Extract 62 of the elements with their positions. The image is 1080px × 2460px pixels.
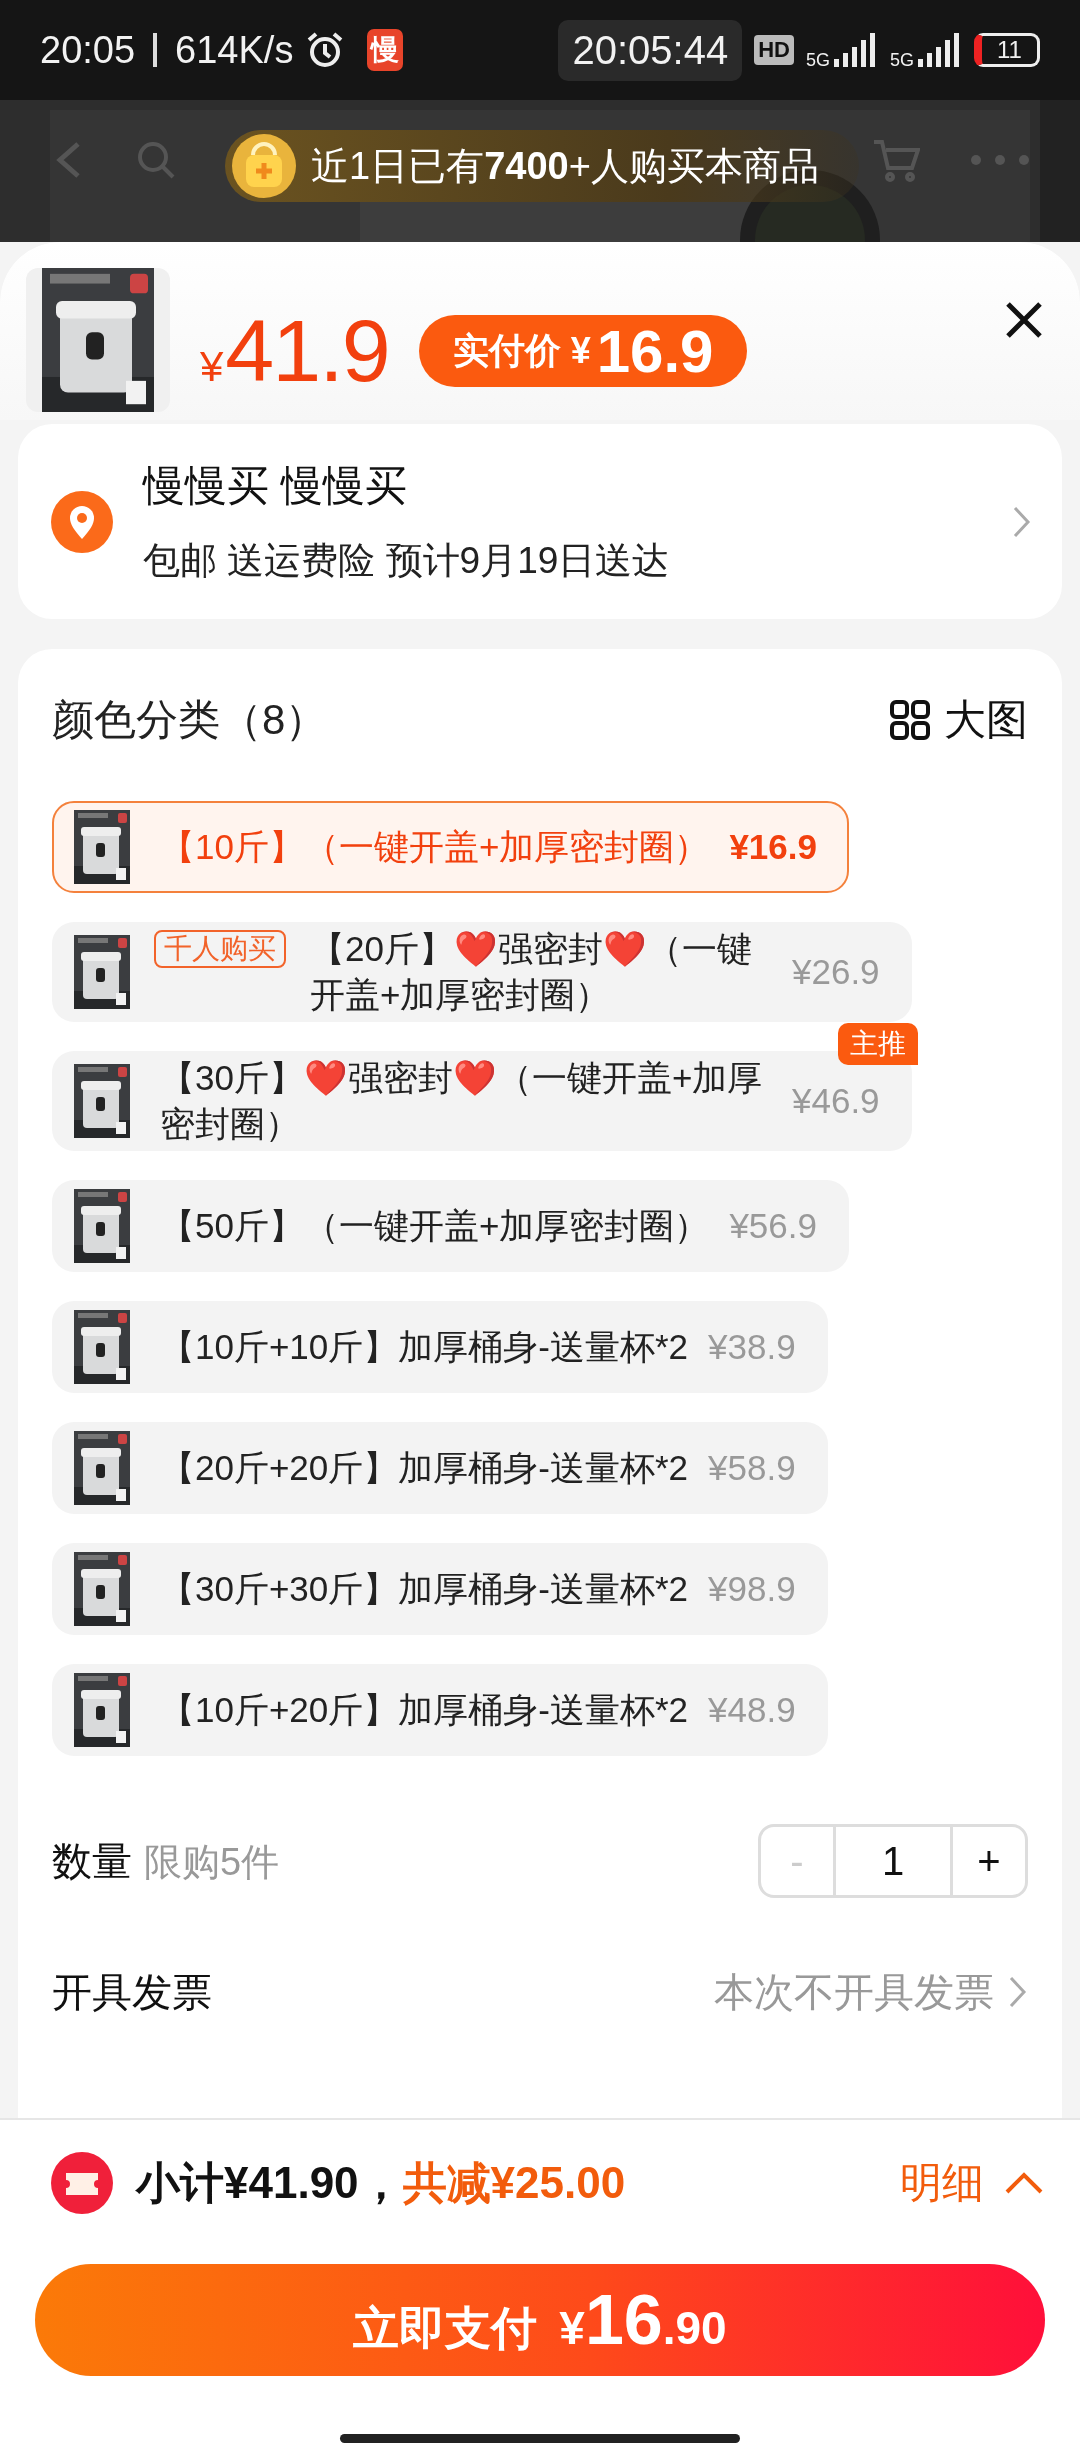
row-label: 开具发票	[52, 1968, 212, 2016]
tag: 千人购买	[154, 930, 286, 968]
option-row[interactable]: 【10斤+20斤】加厚桶身-送量杯*2 ¥48.9	[52, 1664, 828, 1756]
network-type: 5G	[805, 49, 830, 71]
option-price: ¥26.9	[792, 952, 880, 992]
signal-icon	[918, 33, 962, 67]
hd-badge: HD	[754, 35, 794, 65]
more-icon	[970, 154, 1030, 166]
network-type: 5G	[890, 49, 914, 71]
shopping-bag-icon	[231, 133, 297, 199]
subtotal-text: 小计¥41.90，	[136, 2156, 403, 2209]
quantity-field[interactable]: 1	[833, 1827, 953, 1895]
option-label: 【10斤】（一键开盖+加厚密封圈）	[160, 826, 710, 868]
option-label: 【10斤+10斤】加厚桶身-送量杯*2	[160, 1326, 689, 1368]
app-badge: 慢	[367, 29, 404, 71]
option-label: 【10斤+20斤】加厚桶身-送量杯*2	[160, 1689, 689, 1731]
option-price: ¥98.9	[708, 1569, 796, 1609]
option-label: 【30斤+30斤】加厚桶身-送量杯*2	[160, 1568, 689, 1610]
option-price: ¥48.9	[708, 1690, 796, 1730]
pay-price-badge: 实付价 ¥16.9	[418, 315, 748, 387]
recipient-name: 慢慢买 慢慢买	[143, 460, 408, 511]
discount-text: 共减¥25.00	[402, 2156, 626, 2209]
address-card[interactable]: 慢慢买 慢慢买 包邮 送运费险 预计9月19日送达	[18, 424, 1062, 619]
option-price: ¥56.9	[729, 1206, 817, 1246]
large-view-toggle[interactable]: 大图	[890, 692, 1028, 748]
delivery-info: 包邮 送运费险 预计9月19日送达	[143, 538, 671, 583]
option-price: ¥16.9	[729, 827, 817, 867]
clock-text: 20:05	[40, 28, 136, 72]
coupon-icon	[50, 2151, 114, 2215]
chevron-up-icon	[1004, 2171, 1044, 2195]
signal-icon	[834, 33, 878, 67]
option-row[interactable]: 【20斤+20斤】加厚桶身-送量杯*2 ¥58.9	[52, 1422, 828, 1514]
option-row[interactable]: 【10斤】（一键开盖+加厚密封圈） ¥16.9	[52, 801, 849, 893]
option-label: 【50斤】（一键开盖+加厚密封圈）	[160, 1205, 710, 1247]
price-text: ¥41.9	[200, 300, 389, 402]
cart-icon	[872, 138, 920, 182]
close-button[interactable]	[1004, 300, 1044, 340]
chevron-right-icon	[1012, 504, 1032, 539]
option-label: 【20斤】❤强密封❤（一键开盖+加厚密封圈）	[310, 928, 753, 1016]
option-row[interactable]: 【50斤】（一键开盖+加厚密封圈） ¥56.9	[52, 1180, 849, 1272]
option-price: ¥38.9	[708, 1327, 796, 1367]
grid-icon	[890, 700, 930, 740]
option-label: 【30斤】❤强密封❤（一键开盖+加厚密封圈）	[160, 1057, 764, 1145]
quantity-label: 数量	[52, 1838, 132, 1883]
time-overlay: 20:05:44	[558, 19, 743, 81]
network-speed: 614K/s	[175, 28, 294, 72]
recommend-tag: 主推	[837, 1023, 918, 1065]
pay-now-button[interactable]: 立即支付 ¥16.90	[35, 2264, 1045, 2376]
option-row[interactable]: 【10斤+10斤】加厚桶身-送量杯*2 ¥38.9	[52, 1301, 828, 1393]
chevron-right-icon	[1008, 1975, 1028, 2009]
purchase-banner-text: 近1日已有7400+人购买本商品	[311, 143, 819, 189]
option-row[interactable]: 千人购买 【20斤】❤强密封❤（一键开盖+加厚密封圈） ¥26.9	[52, 922, 912, 1022]
option-row[interactable]: 【30斤+30斤】加厚桶身-送量杯*2 ¥98.9	[52, 1543, 828, 1635]
option-label: 【20斤+20斤】加厚桶身-送量杯*2	[160, 1447, 689, 1489]
option-price: ¥58.9	[708, 1448, 796, 1488]
battery-indicator: 11	[974, 33, 1040, 67]
option-price: ¥46.9	[792, 1081, 880, 1121]
section-title: 颜色分类（8）	[52, 695, 328, 745]
increase-button[interactable]: +	[953, 1827, 1025, 1895]
search-icon	[136, 140, 176, 180]
location-icon	[51, 490, 113, 553]
purchase-limit: 限购5件	[144, 1840, 280, 1883]
